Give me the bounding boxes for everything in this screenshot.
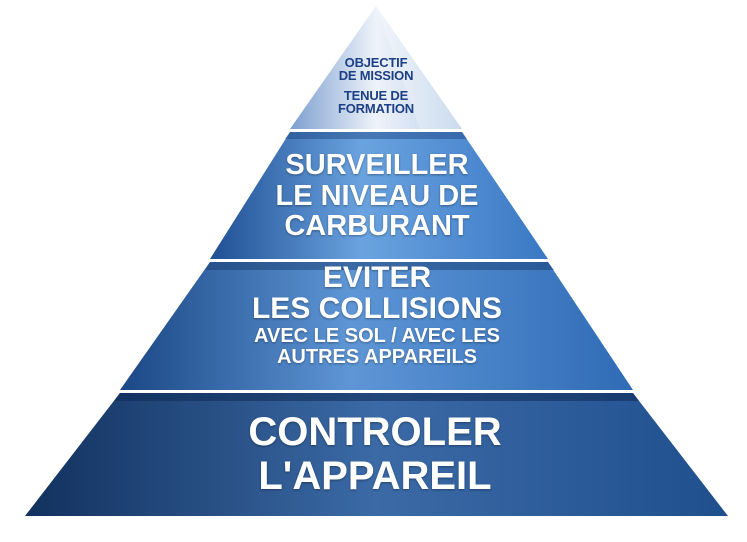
tier-collisions-line-2: LES COLLISIONS — [251, 291, 503, 325]
tier-control-label: CONTROLER L'APPAREIL — [170, 410, 580, 498]
tier-control-edge — [114, 393, 639, 401]
tier-top-line-4: FORMATION — [338, 100, 414, 116]
tier-control-line-2: L'APPAREIL — [258, 454, 492, 498]
tier-fuel-line-3: CARBURANT — [284, 210, 470, 243]
tier-collisions-label: EVITER LES COLLISIONS AVEC LE SOL / AVEC… — [182, 261, 572, 368]
tier-fuel-label: SURVEILLER LE NIVEAU DE CARBURANT — [232, 150, 522, 242]
tier-top-line-3: TENUE DE — [343, 87, 409, 103]
tier-collisions-line-3: AVEC LE SOL / AVEC LES — [254, 325, 500, 348]
tier-collisions-line-1: EVITER — [322, 261, 432, 294]
tier-top-line-2: DE MISSION — [338, 68, 414, 84]
tier-fuel-line-2: LE NIVEAU DE — [275, 179, 479, 212]
tier-top-label: OBJECTIF DE MISSION TENUE DE FORMATION — [320, 56, 432, 115]
tier-top-line-1: OBJECTIF — [344, 55, 408, 70]
tier-fuel-edge — [285, 132, 467, 139]
tier-fuel-line-1: SURVEILLER — [285, 149, 469, 181]
tier-control-line-1: CONTROLER — [248, 410, 502, 454]
tier-collisions-line-4: AUTRES APPAREILS — [276, 345, 478, 368]
